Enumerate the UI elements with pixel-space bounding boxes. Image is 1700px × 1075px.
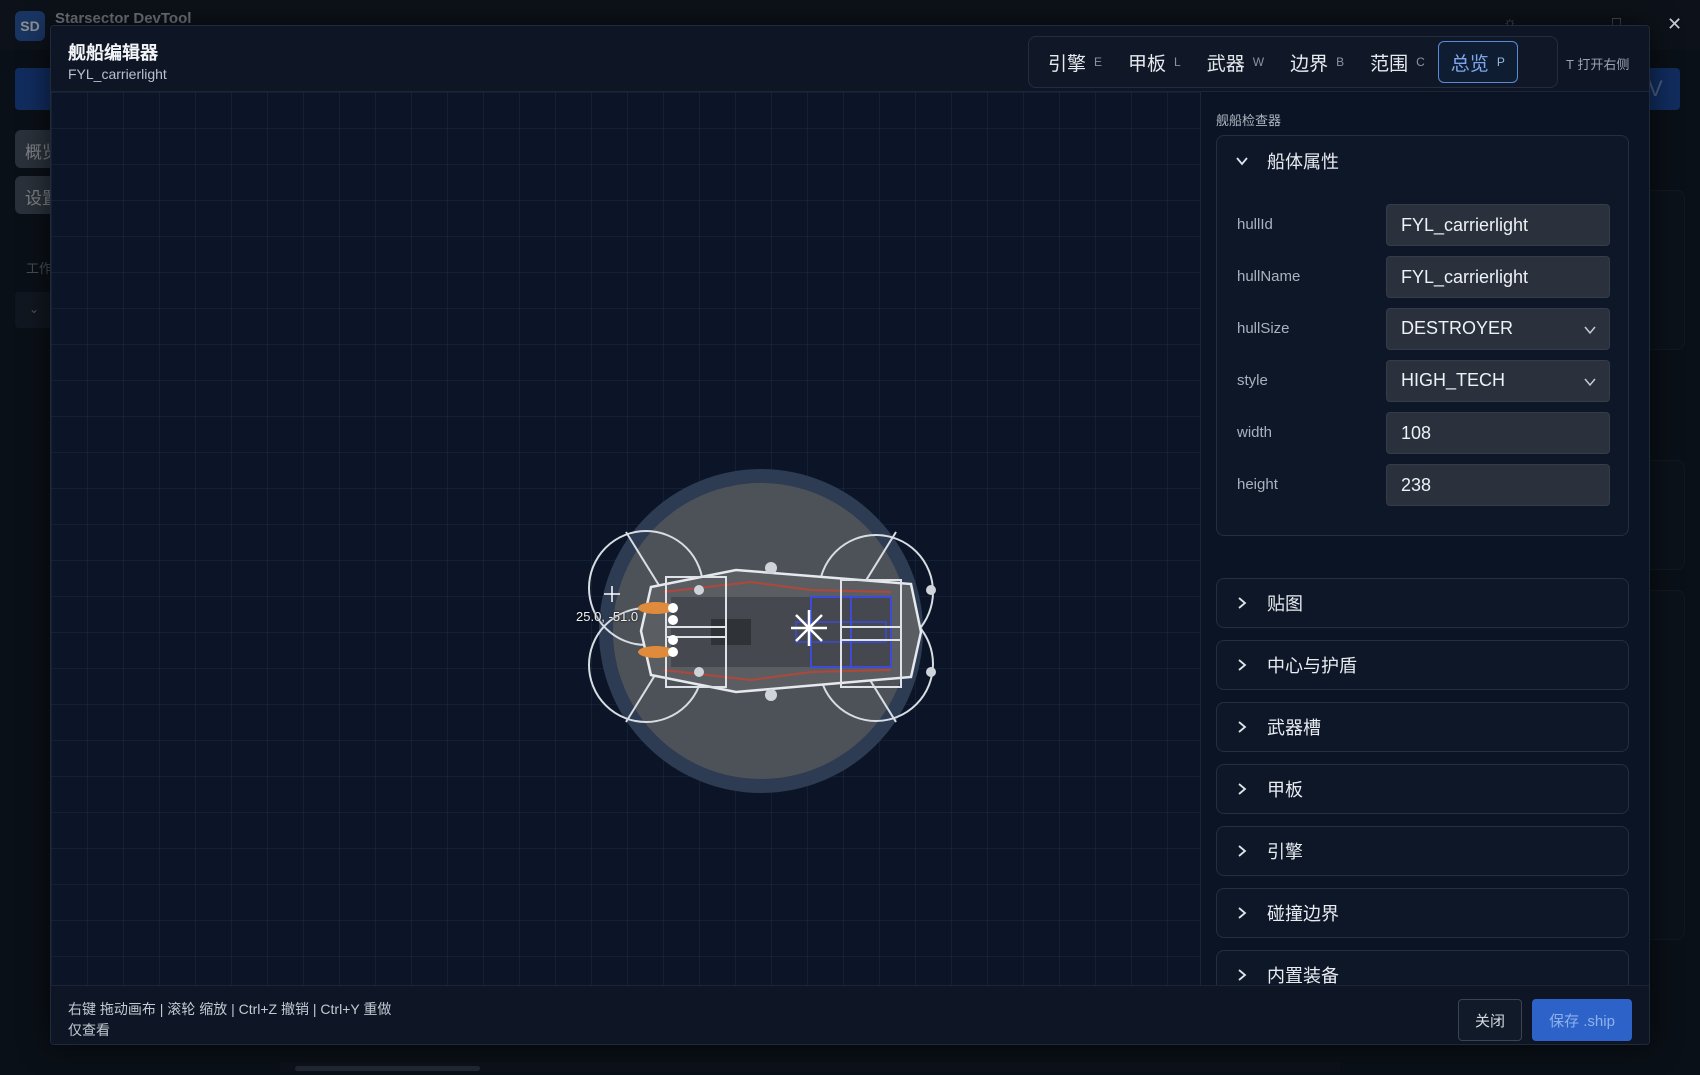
- mode-shortcut: E: [1094, 55, 1103, 69]
- style-select[interactable]: HIGH_TECH: [1386, 360, 1610, 402]
- hullid-input[interactable]: [1386, 204, 1610, 246]
- hull-properties-section: 船体属性 hullId hullName hullSize DESTROYER …: [1216, 135, 1629, 536]
- modal-header: 舰船编辑器 FYL_carrierlight 引擎 E 甲板 L 武器 W 边界…: [51, 26, 1649, 92]
- mode-overview-button[interactable]: 总览 P: [1437, 41, 1518, 83]
- section-builtins[interactable]: 内置装备: [1216, 950, 1629, 985]
- controls-hint: 右键 拖动画布 | 滚轮 缩放 | Ctrl+Z 撤销 | Ctrl+Y 重做: [68, 1001, 392, 1017]
- section-title: 武器槽: [1267, 718, 1321, 738]
- ship-hull: [639, 568, 923, 694]
- prop-label: hullSize: [1237, 320, 1290, 337]
- section-collision-bounds[interactable]: 碰撞边界: [1216, 888, 1629, 938]
- mode-weapon-button[interactable]: 武器 W: [1194, 41, 1277, 83]
- chevron-down-icon: [1584, 326, 1596, 335]
- chevron-right-icon: [1238, 969, 1247, 981]
- height-input[interactable]: [1386, 464, 1610, 506]
- modal-subtitle: FYL_carrierlight: [68, 66, 167, 82]
- mode-bounds-button[interactable]: 边界 B: [1277, 41, 1357, 83]
- section-texture[interactable]: 贴图: [1216, 578, 1629, 628]
- prop-label: width: [1237, 424, 1273, 441]
- prop-label: hullId: [1237, 216, 1273, 233]
- select-value: DESTROYER: [1401, 318, 1514, 338]
- chevron-down-icon: [1584, 378, 1596, 387]
- prop-row-hullsize: hullSize DESTROYER: [1217, 308, 1630, 350]
- mode-range-button[interactable]: 范围 C: [1357, 41, 1438, 83]
- ship-render: [588, 469, 936, 793]
- chevron-right-icon: [1238, 783, 1247, 795]
- open-right-panel-hint[interactable]: T 打开右侧: [1566, 54, 1629, 73]
- mode-shortcut: C: [1416, 55, 1425, 69]
- section-title: 船体属性: [1267, 152, 1339, 172]
- section-engines[interactable]: 引擎: [1216, 826, 1629, 876]
- hullsize-select[interactable]: DESTROYER: [1386, 308, 1610, 350]
- chevron-right-icon: [1238, 845, 1247, 857]
- prop-label: hullName: [1237, 268, 1301, 285]
- prop-row-hullname: hullName: [1217, 256, 1630, 298]
- prop-label: style: [1237, 372, 1268, 389]
- mode-label: 武器: [1206, 53, 1245, 75]
- ship-editor-modal: 舰船编辑器 FYL_carrierlight 引擎 E 甲板 L 武器 W 边界…: [50, 25, 1650, 1045]
- mode-shortcut: W: [1252, 55, 1265, 69]
- close-button[interactable]: 关闭: [1458, 999, 1522, 1041]
- section-title: 碰撞边界: [1267, 904, 1339, 924]
- chevron-right-icon: [1238, 721, 1247, 733]
- section-center-shield[interactable]: 中心与护盾: [1216, 640, 1629, 690]
- section-title: 贴图: [1267, 594, 1303, 614]
- cursor-coordinate: 25.0, -51.0: [576, 609, 639, 624]
- mode-engine-button[interactable]: 引擎 E: [1035, 41, 1115, 83]
- chevron-right-icon: [1238, 907, 1247, 919]
- mode-deck-button[interactable]: 甲板 L: [1115, 41, 1194, 83]
- mode-shortcut: P: [1496, 55, 1505, 69]
- section-title: 甲板: [1267, 780, 1303, 800]
- prop-row-hullid: hullId: [1217, 204, 1630, 246]
- mode-label: 范围: [1370, 53, 1409, 75]
- mode-shortcut: B: [1336, 55, 1345, 69]
- prop-row-width: width: [1217, 412, 1630, 454]
- ship-inspector: 舰船检查器 船体属性 hullId hullName hullSize DEST…: [1201, 92, 1649, 985]
- section-title: 内置装备: [1267, 966, 1339, 985]
- ship-canvas[interactable]: 25.0, -51.0: [51, 92, 1201, 985]
- mode-toolbar: 引擎 E 甲板 L 武器 W 边界 B 范围 C 总览 P: [1028, 36, 1558, 88]
- prop-row-height: height: [1217, 464, 1630, 506]
- modal-footer: 右键 拖动画布 | 滚轮 缩放 | Ctrl+Z 撤销 | Ctrl+Y 重做 …: [51, 985, 1649, 1044]
- save-ship-button[interactable]: 保存 .ship: [1532, 999, 1632, 1041]
- section-weapon-slots[interactable]: 武器槽: [1216, 702, 1629, 752]
- prop-label: height: [1237, 476, 1278, 493]
- chevron-down-icon: [1236, 157, 1248, 166]
- chevron-right-icon: [1238, 659, 1247, 671]
- center-marker: [791, 610, 827, 646]
- close-icon[interactable]: ✕: [1667, 14, 1682, 35]
- width-input[interactable]: [1386, 412, 1610, 454]
- prop-row-style: style HIGH_TECH: [1217, 360, 1630, 402]
- hullname-input[interactable]: [1386, 256, 1610, 298]
- select-value: HIGH_TECH: [1401, 370, 1506, 390]
- hull-properties-header[interactable]: 船体属性: [1217, 136, 1628, 186]
- mode-label: 甲板: [1128, 53, 1167, 75]
- mode-shortcut: L: [1174, 55, 1181, 69]
- view-only-hint: 仅查看: [68, 1022, 110, 1038]
- section-decks[interactable]: 甲板: [1216, 764, 1629, 814]
- inspector-title: 舰船检查器: [1216, 113, 1282, 128]
- mode-label: 引擎: [1048, 53, 1087, 75]
- mode-label: 边界: [1290, 53, 1329, 75]
- chevron-right-icon: [1238, 597, 1247, 609]
- section-title: 中心与护盾: [1267, 656, 1357, 676]
- section-title: 引擎: [1267, 842, 1303, 862]
- modal-title: 舰船编辑器: [68, 43, 158, 63]
- mode-label: 总览: [1450, 53, 1489, 75]
